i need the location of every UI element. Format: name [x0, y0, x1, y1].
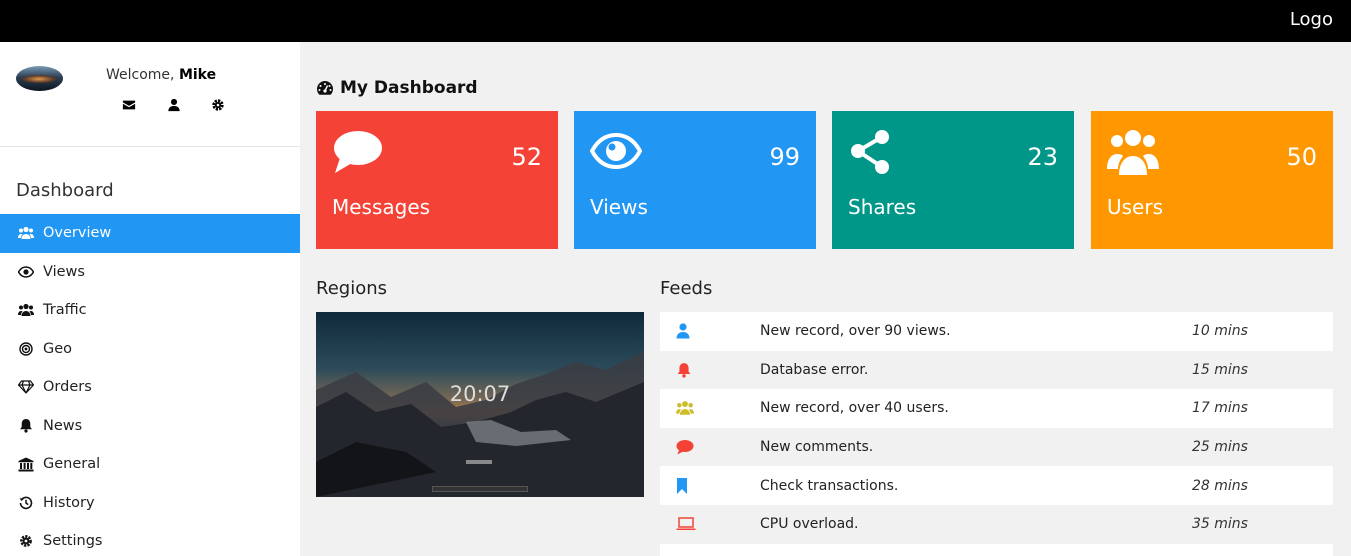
- feed-time: 17 mins: [1192, 400, 1248, 417]
- gear-icon[interactable]: [211, 98, 225, 112]
- sidebar-item-label: Views: [43, 263, 85, 280]
- sidebar-item-orders[interactable]: Orders: [0, 368, 300, 407]
- sidebar-item-general[interactable]: General: [0, 445, 300, 484]
- users-icon: [676, 401, 694, 416]
- feeds-list: New record, over 90 views. 10 mins Datab…: [660, 312, 1333, 556]
- sidebar-item-views[interactable]: Views: [0, 253, 300, 292]
- profile-section: Welcome, Mike: [0, 42, 300, 147]
- feed-row[interactable]: New record, over 40 users. 17 mins: [660, 389, 1333, 428]
- eye-icon: [590, 132, 642, 170]
- sidebar-item-geo[interactable]: Geo: [0, 330, 300, 369]
- card-label: Messages: [332, 195, 431, 219]
- feed-time: 15 mins: [1192, 361, 1248, 378]
- regions-image: 20:07: [316, 312, 644, 497]
- feed-text: New record, over 90 views.: [760, 323, 951, 340]
- logo[interactable]: Logo: [1290, 9, 1333, 30]
- feed-text: Database error.: [760, 361, 869, 378]
- feed-text: Check transactions.: [760, 477, 899, 494]
- dock-bar: [432, 486, 528, 492]
- user-icon: [676, 323, 690, 339]
- main-content: My Dashboard 52 Messages 99 Views 23 Sha…: [300, 42, 1351, 556]
- bell-icon: [20, 419, 32, 433]
- sidebar-item-label: Overview: [43, 225, 112, 242]
- history-icon: [19, 496, 33, 509]
- card-label: Shares: [848, 195, 917, 219]
- bank-icon: [18, 457, 34, 472]
- feed-row[interactable]: Database error. 15 mins: [660, 351, 1333, 390]
- feed-time: 25 mins: [1192, 439, 1248, 456]
- envelope-icon[interactable]: [122, 98, 136, 112]
- card-value: 99: [769, 143, 800, 171]
- lock-hint: [466, 460, 492, 464]
- card-shares[interactable]: 23 Shares: [832, 111, 1074, 249]
- feed-row[interactable]: Check transactions. 28 mins: [660, 466, 1333, 505]
- user-name: Mike: [178, 67, 217, 83]
- feed-time: 28 mins: [1192, 477, 1248, 494]
- comment-icon: [676, 440, 694, 455]
- sidebar-item-history[interactable]: History: [0, 484, 300, 523]
- page-title-text: My Dashboard: [340, 78, 478, 98]
- eye-icon: [18, 265, 34, 278]
- regions-title: Regions: [316, 278, 387, 299]
- feed-row-partial: [660, 543, 1333, 556]
- card-value: 50: [1286, 143, 1317, 171]
- dashboard-icon: [316, 81, 333, 95]
- card-label: Users: [1107, 195, 1164, 219]
- sidebar-item-label: History: [43, 494, 95, 511]
- feeds-title: Feeds: [660, 278, 713, 299]
- welcome-text: Welcome, Mike: [106, 67, 216, 83]
- card-label: Views: [590, 195, 648, 219]
- feed-text: New record, over 40 users.: [760, 400, 949, 417]
- card-messages[interactable]: 52 Messages: [316, 111, 558, 249]
- laptop-icon: [676, 517, 696, 531]
- sidebar-nav: Overview Views Traffic Geo Orders News G…: [0, 214, 300, 556]
- card-value: 23: [1027, 143, 1058, 171]
- gear-icon: [20, 535, 32, 548]
- bell-icon: [677, 362, 691, 378]
- card-users[interactable]: 50 Users: [1091, 111, 1333, 249]
- sidebar-item-traffic[interactable]: Traffic: [0, 291, 300, 330]
- feed-text: CPU overload.: [760, 516, 859, 533]
- card-value: 52: [511, 143, 542, 171]
- users-icon: [18, 227, 34, 240]
- feed-time: 10 mins: [1192, 323, 1248, 340]
- welcome-label: Welcome,: [106, 67, 179, 83]
- users-icon: [18, 304, 34, 317]
- feed-time: 35 mins: [1192, 516, 1248, 533]
- sidebar-item-label: Traffic: [43, 302, 87, 319]
- sidebar-item-label: News: [43, 417, 83, 434]
- sidebar: Welcome, Mike Dashboard Overview Views T…: [0, 42, 300, 556]
- feed-row[interactable]: New comments. 25 mins: [660, 428, 1333, 467]
- avatar[interactable]: [16, 66, 63, 91]
- feed-row[interactable]: New record, over 90 views. 10 mins: [660, 312, 1333, 351]
- user-icon[interactable]: [167, 98, 181, 112]
- card-views[interactable]: 99 Views: [574, 111, 816, 249]
- page-title: My Dashboard: [316, 78, 478, 98]
- diamond-icon: [18, 380, 34, 394]
- sidebar-item-overview[interactable]: Overview: [0, 214, 300, 253]
- comment-icon: [334, 131, 382, 173]
- sidebar-item-label: Orders: [43, 379, 92, 396]
- bookmark-icon: [677, 477, 687, 494]
- users-icon: [1107, 130, 1159, 175]
- sidebar-item-label: General: [43, 456, 101, 473]
- bullseye-icon: [19, 342, 33, 356]
- feed-row[interactable]: CPU overload. 35 mins: [660, 505, 1333, 544]
- top-bar: Logo: [0, 0, 1351, 42]
- clock-text: 20:07: [449, 382, 511, 406]
- sidebar-item-label: Settings: [43, 533, 103, 550]
- sidebar-item-label: Geo: [43, 340, 73, 357]
- sidebar-title: Dashboard: [16, 180, 114, 201]
- sidebar-item-news[interactable]: News: [0, 407, 300, 446]
- sidebar-item-settings[interactable]: Settings: [0, 522, 300, 556]
- share-icon: [851, 130, 889, 174]
- feed-text: New comments.: [760, 439, 874, 456]
